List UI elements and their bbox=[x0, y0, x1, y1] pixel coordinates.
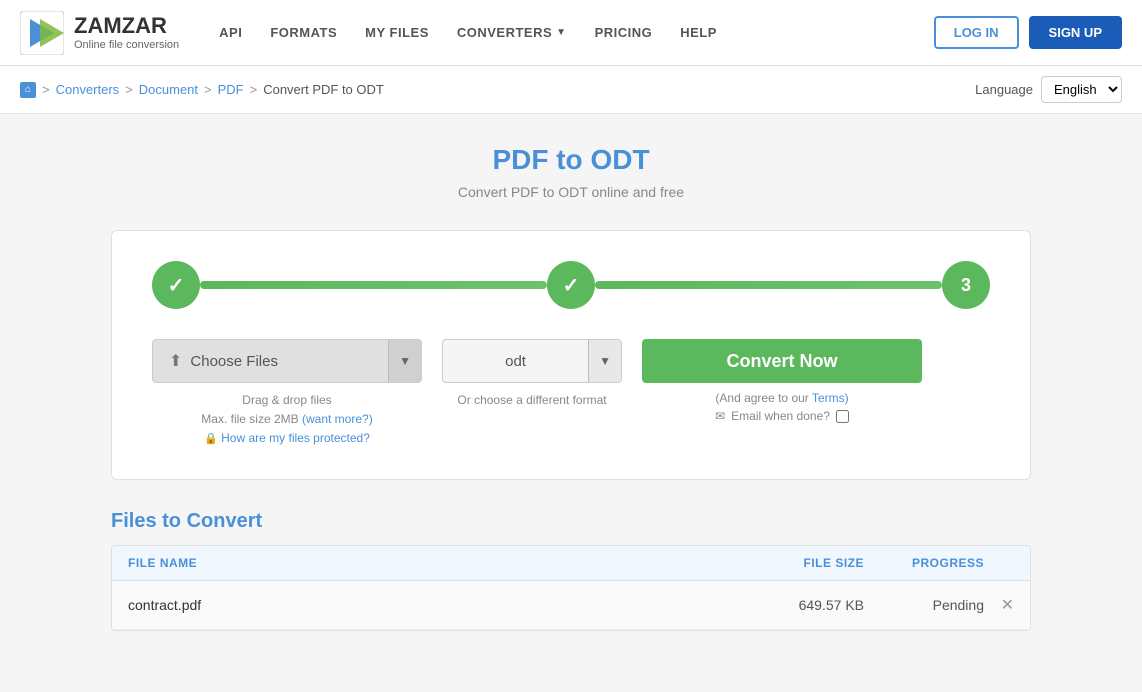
main-nav: API FORMATS MY FILES CONVERTERS ▼ PRICIN… bbox=[219, 25, 934, 40]
choose-files-dropdown-arrow[interactable]: ▼ bbox=[388, 340, 421, 382]
files-table: FILE NAME FILE SIZE PROGRESS contract.pd… bbox=[111, 545, 1031, 631]
files-section: Files to Convert FILE NAME FILE SIZE PRO… bbox=[111, 510, 1031, 631]
logo-name: ZAMZAR bbox=[74, 14, 179, 38]
format-chevron-icon: ▼ bbox=[599, 354, 611, 368]
nav-help[interactable]: HELP bbox=[680, 25, 717, 40]
nav-pricing[interactable]: PRICING bbox=[595, 25, 653, 40]
step-1-checkmark: ✓ bbox=[168, 273, 185, 298]
breadcrumb-bar: ⌂ > Converters > Document > PDF > Conver… bbox=[0, 66, 1142, 114]
files-table-header: FILE NAME FILE SIZE PROGRESS bbox=[112, 546, 1030, 581]
logo-icon bbox=[20, 11, 64, 55]
home-icon[interactable]: ⌂ bbox=[20, 82, 36, 98]
lock-icon: 🔒 bbox=[204, 433, 218, 445]
format-select-group: odt ▼ Or choose a different format bbox=[442, 339, 622, 410]
col-header-progress: PROGRESS bbox=[864, 556, 984, 570]
controls-row: ⬆ Choose Files ▼ Drag & drop files Max. … bbox=[152, 339, 990, 449]
format-value: odt bbox=[443, 353, 588, 370]
files-title-highlight: Convert bbox=[187, 510, 263, 532]
format-select[interactable]: odt ▼ bbox=[442, 339, 622, 383]
col-header-filename: FILE NAME bbox=[128, 556, 744, 570]
language-select[interactable]: English bbox=[1041, 76, 1122, 103]
email-icon: ✉ bbox=[715, 409, 725, 423]
file-protection-link[interactable]: How are my files protected? bbox=[221, 431, 370, 445]
logo-tagline: Online file conversion bbox=[74, 39, 179, 51]
row-filename: contract.pdf bbox=[128, 597, 744, 613]
convert-group: Convert Now (And agree to our Terms) ✉ E… bbox=[642, 339, 922, 423]
format-dropdown-arrow[interactable]: ▼ bbox=[588, 340, 621, 382]
table-row: contract.pdf 649.57 KB Pending ✕ bbox=[112, 581, 1030, 630]
converter-card: ✓ ✓ 3 ⬆ Choose Files ▼ bbox=[111, 230, 1031, 480]
convert-now-button[interactable]: Convert Now bbox=[642, 339, 922, 383]
row-progress: Pending bbox=[864, 597, 984, 613]
format-hint-text: Or choose a different format bbox=[457, 393, 606, 407]
choose-files-group: ⬆ Choose Files ▼ Drag & drop files Max. … bbox=[152, 339, 422, 449]
logo[interactable]: ZAMZAR Online file conversion bbox=[20, 11, 179, 55]
step-3: 3 bbox=[942, 261, 990, 309]
choose-files-button[interactable]: ⬆ Choose Files ▼ bbox=[152, 339, 422, 383]
nav-converters[interactable]: CONVERTERS ▼ bbox=[457, 25, 567, 40]
breadcrumb-document[interactable]: Document bbox=[139, 82, 198, 97]
file-size-hint: Max. file size 2MB bbox=[201, 412, 298, 426]
col-header-action bbox=[984, 556, 1014, 570]
step-2: ✓ bbox=[547, 261, 595, 309]
nav-api[interactable]: API bbox=[219, 25, 242, 40]
row-filesize: 649.57 KB bbox=[744, 597, 864, 613]
terms-text: (And agree to our Terms) bbox=[715, 391, 849, 405]
main-content: PDF to ODT Convert PDF to ODT online and… bbox=[91, 114, 1051, 661]
step-line-1 bbox=[200, 281, 547, 289]
nav-formats[interactable]: FORMATS bbox=[270, 25, 337, 40]
remove-file-button[interactable]: ✕ bbox=[1001, 595, 1014, 615]
choose-files-hint: Drag & drop files Max. file size 2MB (wa… bbox=[201, 391, 372, 449]
language-area: Language English bbox=[975, 76, 1122, 103]
header: ZAMZAR Online file conversion API FORMAT… bbox=[0, 0, 1142, 66]
choose-files-chevron-icon: ▼ bbox=[399, 354, 411, 368]
breadcrumb: ⌂ > Converters > Document > PDF > Conver… bbox=[20, 82, 384, 98]
breadcrumb-pdf[interactable]: PDF bbox=[218, 82, 244, 97]
drag-drop-hint: Drag & drop files bbox=[242, 393, 331, 407]
nav-my-files[interactable]: MY FILES bbox=[365, 25, 429, 40]
terms-link[interactable]: Terms) bbox=[812, 391, 849, 405]
convert-info: (And agree to our Terms) ✉ Email when do… bbox=[715, 391, 849, 423]
choose-files-main[interactable]: ⬆ Choose Files bbox=[153, 351, 388, 371]
converters-chevron-icon: ▼ bbox=[556, 27, 566, 38]
breadcrumb-current: Convert PDF to ODT bbox=[263, 82, 384, 97]
email-row: ✉ Email when done? bbox=[715, 409, 849, 423]
files-title-static: Files to bbox=[111, 510, 181, 532]
want-more-link[interactable]: (want more?) bbox=[302, 412, 373, 426]
files-rows: contract.pdf 649.57 KB Pending ✕ bbox=[112, 581, 1030, 630]
breadcrumb-converters[interactable]: Converters bbox=[56, 82, 120, 97]
step-1: ✓ bbox=[152, 261, 200, 309]
header-actions: LOG IN SIGN UP bbox=[934, 16, 1122, 49]
choose-files-label: Choose Files bbox=[190, 353, 278, 370]
format-hint: Or choose a different format bbox=[457, 391, 606, 410]
page-title: PDF to ODT bbox=[111, 144, 1031, 176]
signup-button[interactable]: SIGN UP bbox=[1029, 16, 1122, 49]
files-title: Files to Convert bbox=[111, 510, 1031, 533]
step-3-label: 3 bbox=[961, 275, 971, 296]
email-when-done-checkbox[interactable] bbox=[836, 410, 849, 423]
col-header-filesize: FILE SIZE bbox=[744, 556, 864, 570]
upload-icon: ⬆ bbox=[169, 351, 182, 371]
login-button[interactable]: LOG IN bbox=[934, 16, 1019, 49]
steps-container: ✓ ✓ 3 bbox=[152, 261, 990, 309]
step-2-checkmark: ✓ bbox=[563, 273, 580, 298]
row-action: ✕ bbox=[984, 595, 1014, 615]
page-subtitle: Convert PDF to ODT online and free bbox=[111, 184, 1031, 200]
step-line-2 bbox=[595, 281, 942, 289]
email-when-done-label: Email when done? bbox=[731, 409, 830, 423]
language-label: Language bbox=[975, 82, 1033, 97]
